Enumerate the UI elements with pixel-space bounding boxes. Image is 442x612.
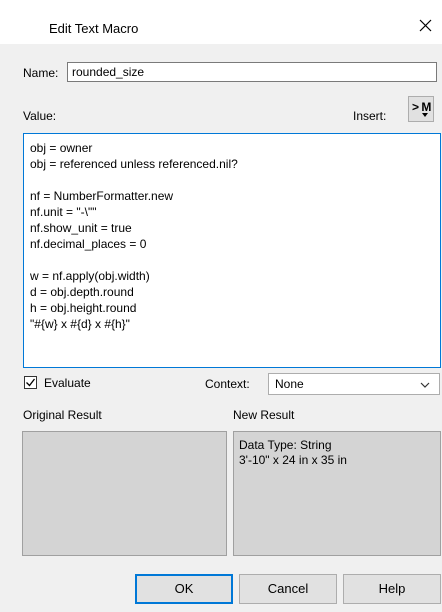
cancel-button[interactable]: Cancel [239,574,337,604]
insert-macro-button-label: > M [412,100,431,114]
new-result-line: Data Type: String [239,438,332,452]
code-line: w = nf.apply(obj.width) [30,269,150,283]
value-label: Value: [23,109,57,123]
value-editor[interactable]: obj = owner obj = referenced unless refer… [23,133,441,368]
context-select[interactable]: None [268,373,440,395]
close-icon[interactable] [414,14,436,36]
code-line: h = obj.height.round [30,301,137,315]
original-result-box [22,431,227,556]
edit-text-macro-dialog: Edit Text Macro Name: Value: Insert: > M… [0,0,442,612]
code-line: nf = NumberFormatter.new [30,189,174,203]
code-line: d = obj.depth.round [30,285,134,299]
context-select-value: None [275,377,304,391]
insert-macro-button[interactable]: > M [408,96,434,122]
original-result-label: Original Result [23,408,102,422]
code-line: nf.unit = "-\"" [30,205,97,219]
checkmark-icon [26,378,36,387]
code-line: nf.decimal_places = 0 [30,237,147,251]
name-input[interactable] [67,62,437,82]
context-label: Context: [205,377,250,391]
insert-label: Insert: [353,109,387,123]
code-line: "#{w} x #{d} x #{h}" [30,317,130,331]
help-button[interactable]: Help [343,574,441,604]
close-icon-glyph [419,19,432,32]
window-title: Edit Text Macro [49,21,139,36]
new-result-line: 3'-10" x 24 in x 35 in [239,453,347,467]
evaluate-label: Evaluate [44,376,91,390]
dropdown-arrow-icon [422,113,428,117]
new-result-label: New Result [233,408,295,422]
new-result-box: Data Type: String 3'-10" x 24 in x 35 in [233,431,441,556]
ok-button[interactable]: OK [135,574,233,604]
code-line: obj = referenced unless referenced.nil? [30,157,238,171]
code-line: nf.show_unit = true [30,221,132,235]
code-line: obj = owner [30,141,93,155]
title-bar: Edit Text Macro [0,0,442,44]
name-label: Name: [23,66,59,80]
evaluate-checkbox[interactable] [24,376,37,389]
chevron-down-icon [420,382,430,388]
